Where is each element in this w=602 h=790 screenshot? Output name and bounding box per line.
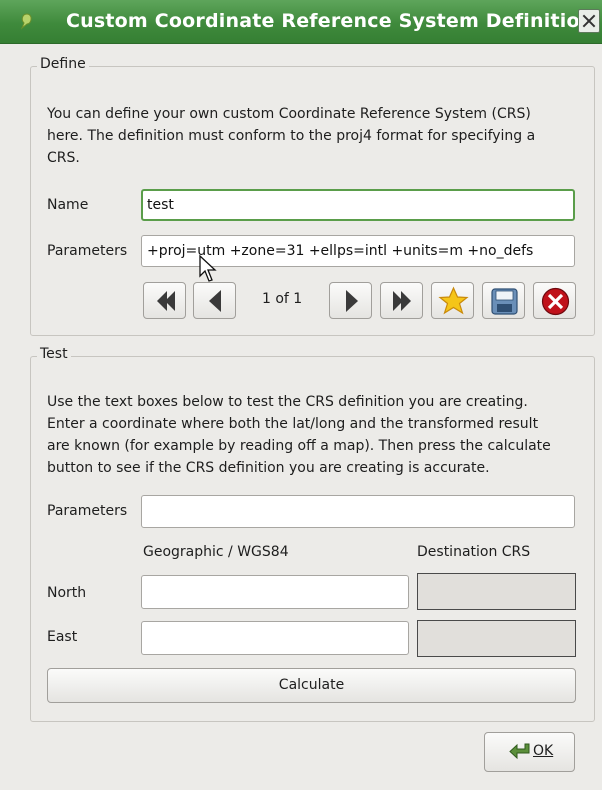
pager-text: 1 of 1 bbox=[262, 291, 303, 307]
test-description-line-1: Use the text boxes below to test the CRS… bbox=[47, 394, 528, 410]
qgis-logo-icon bbox=[20, 13, 32, 30]
window-title: Custom Coordinate Reference System Defin… bbox=[66, 10, 594, 32]
mouse-cursor-icon bbox=[199, 255, 217, 282]
save-crs-button[interactable] bbox=[482, 282, 525, 319]
ok-button[interactable]: OK bbox=[484, 732, 575, 772]
name-label: Name bbox=[47, 197, 89, 213]
test-description-line-2: Enter a coordinate where both the lat/lo… bbox=[47, 416, 539, 432]
previous-record-button[interactable] bbox=[193, 282, 236, 319]
east-label: East bbox=[47, 629, 78, 645]
define-description-line-3: CRS. bbox=[47, 150, 80, 166]
save-disk-icon bbox=[491, 288, 518, 315]
ok-arrow-icon bbox=[509, 743, 530, 760]
geographic-header: Geographic / WGS84 bbox=[143, 544, 289, 560]
first-record-button[interactable] bbox=[143, 282, 186, 319]
east-destination-field bbox=[417, 620, 576, 657]
east-field[interactable] bbox=[141, 621, 409, 655]
delete-crs-button[interactable] bbox=[533, 282, 576, 319]
test-parameters-field[interactable] bbox=[141, 495, 575, 528]
first-icon bbox=[157, 291, 175, 311]
title-bar[interactable]: Custom Coordinate Reference System Defin… bbox=[0, 0, 602, 44]
calculate-button[interactable]: Calculate bbox=[47, 668, 576, 703]
calculate-label: Calculate bbox=[278, 677, 345, 693]
delete-icon bbox=[541, 287, 570, 316]
new-star-icon bbox=[438, 286, 469, 315]
north-label: North bbox=[47, 585, 87, 601]
last-icon bbox=[393, 291, 411, 311]
next-record-button[interactable] bbox=[329, 282, 372, 319]
previous-icon bbox=[209, 290, 221, 312]
next-icon bbox=[346, 290, 358, 312]
north-field[interactable] bbox=[141, 575, 409, 609]
name-field[interactable]: test bbox=[141, 189, 575, 221]
last-record-button[interactable] bbox=[380, 282, 423, 319]
define-description-line-2: here. The definition must conform to the… bbox=[47, 128, 536, 144]
close-button[interactable] bbox=[578, 9, 600, 33]
parameters-label: Parameters bbox=[47, 243, 128, 259]
test-parameters-label: Parameters bbox=[47, 503, 128, 519]
test-description-line-4: button to see if the CRS definition you … bbox=[47, 460, 490, 476]
north-destination-field bbox=[417, 573, 576, 610]
test-description-line-3: are known (for example by reading off a … bbox=[47, 438, 551, 454]
define-description-line-1: You can define your own custom Coordinat… bbox=[47, 106, 531, 122]
define-legend: Define bbox=[37, 56, 89, 72]
ok-label: OK bbox=[533, 743, 554, 759]
new-crs-button[interactable] bbox=[431, 282, 474, 319]
test-legend: Test bbox=[37, 346, 71, 362]
destination-header: Destination CRS bbox=[417, 544, 531, 560]
